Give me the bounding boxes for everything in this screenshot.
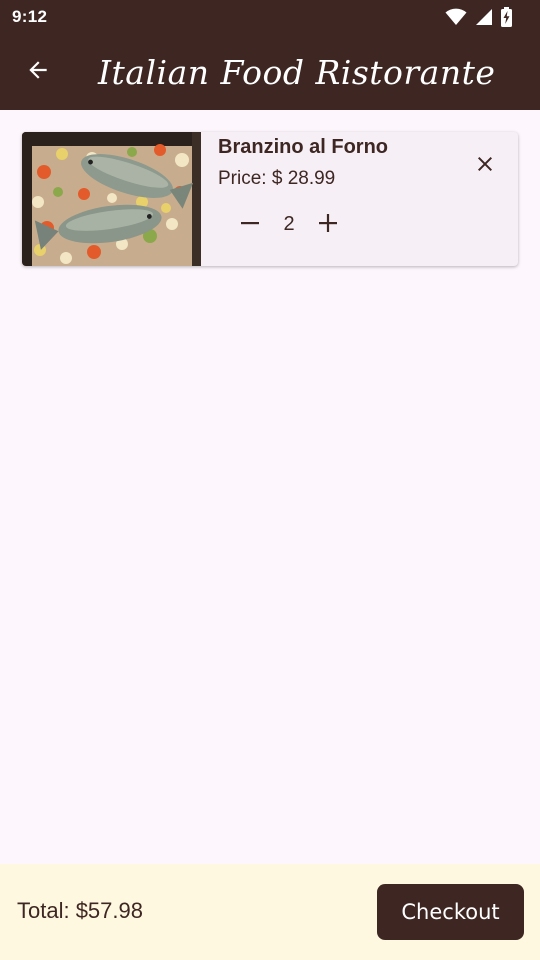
decrease-quantity-button[interactable] xyxy=(230,205,270,245)
app-title: Italian Food Ristorante xyxy=(98,52,496,92)
signal-icon xyxy=(475,8,493,26)
item-name: Branzino al Forno xyxy=(218,136,388,158)
wifi-icon xyxy=(445,8,467,26)
cart-screen: 9:12 Italian Food Ristorante Branzino al… xyxy=(0,0,540,960)
plus-icon xyxy=(316,211,340,239)
minus-icon xyxy=(238,211,262,239)
increase-quantity-button[interactable] xyxy=(308,205,348,245)
checkout-button[interactable]: Checkout xyxy=(377,884,524,940)
quantity-value: 2 xyxy=(283,213,295,235)
close-icon xyxy=(473,152,497,180)
status-icons xyxy=(445,7,512,27)
status-bar: 9:12 xyxy=(0,0,540,34)
item-image xyxy=(22,132,201,266)
app-bar: Italian Food Ristorante xyxy=(0,34,540,110)
back-button[interactable] xyxy=(8,42,68,102)
arrow-back-icon xyxy=(25,57,51,87)
remove-item-button[interactable] xyxy=(464,145,506,187)
cart-total: Total: $57.98 xyxy=(17,898,143,923)
battery-charging-icon xyxy=(501,7,512,27)
item-price: Price: $ 28.99 xyxy=(218,168,336,189)
status-time: 9:12 xyxy=(12,7,48,26)
